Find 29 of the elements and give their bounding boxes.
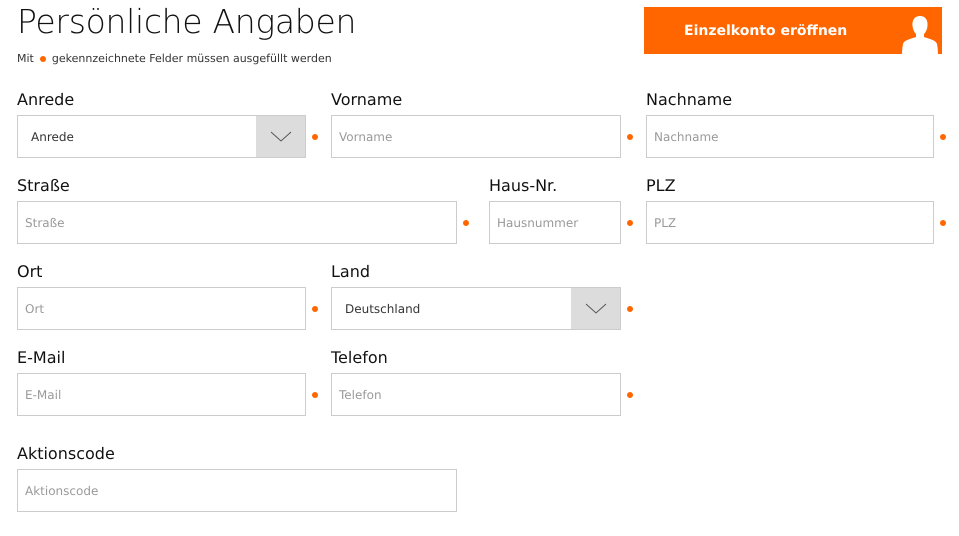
field-label: PLZ — [646, 176, 677, 196]
input-field[interactable]: Vorname — [331, 115, 621, 158]
field-label: Telefon — [331, 348, 389, 368]
note-text: gekennzeichnete Felder müssen ausgefüllt werden — [52, 52, 332, 65]
input-field[interactable]: Nachname — [646, 115, 934, 158]
input-field[interactable]: Straße — [17, 201, 457, 244]
field-label: Vorname — [331, 90, 404, 110]
page-title: Persönliche Angaben — [17, 2, 356, 42]
field-label: Anrede — [17, 90, 76, 110]
input-field[interactable]: Telefon — [331, 373, 621, 416]
required-dot-icon — [40, 56, 46, 62]
field-label: Aktionscode — [17, 444, 116, 464]
note-text: Mit — [17, 52, 34, 65]
input-field[interactable]: Hausnummer — [489, 201, 621, 244]
field-label: Nachname — [646, 90, 734, 110]
chevron-down-icon — [270, 131, 292, 142]
input-field[interactable]: Aktionscode — [17, 469, 457, 512]
chevron-down-icon — [584, 303, 606, 314]
select-field[interactable]: Anrede — [17, 115, 306, 158]
field-label: Ort — [17, 262, 44, 282]
field-label: Haus-Nr. — [489, 176, 558, 196]
field-label: E-Mail — [17, 348, 66, 368]
input-field[interactable]: Ort — [17, 287, 306, 330]
select-field[interactable]: Deutschland — [331, 287, 621, 330]
input-field[interactable]: E-Mail — [17, 373, 306, 416]
field-label: Straße — [17, 176, 71, 196]
person-icon — [900, 14, 940, 54]
field-label: Land — [331, 262, 372, 282]
input-field[interactable]: PLZ — [646, 201, 934, 244]
